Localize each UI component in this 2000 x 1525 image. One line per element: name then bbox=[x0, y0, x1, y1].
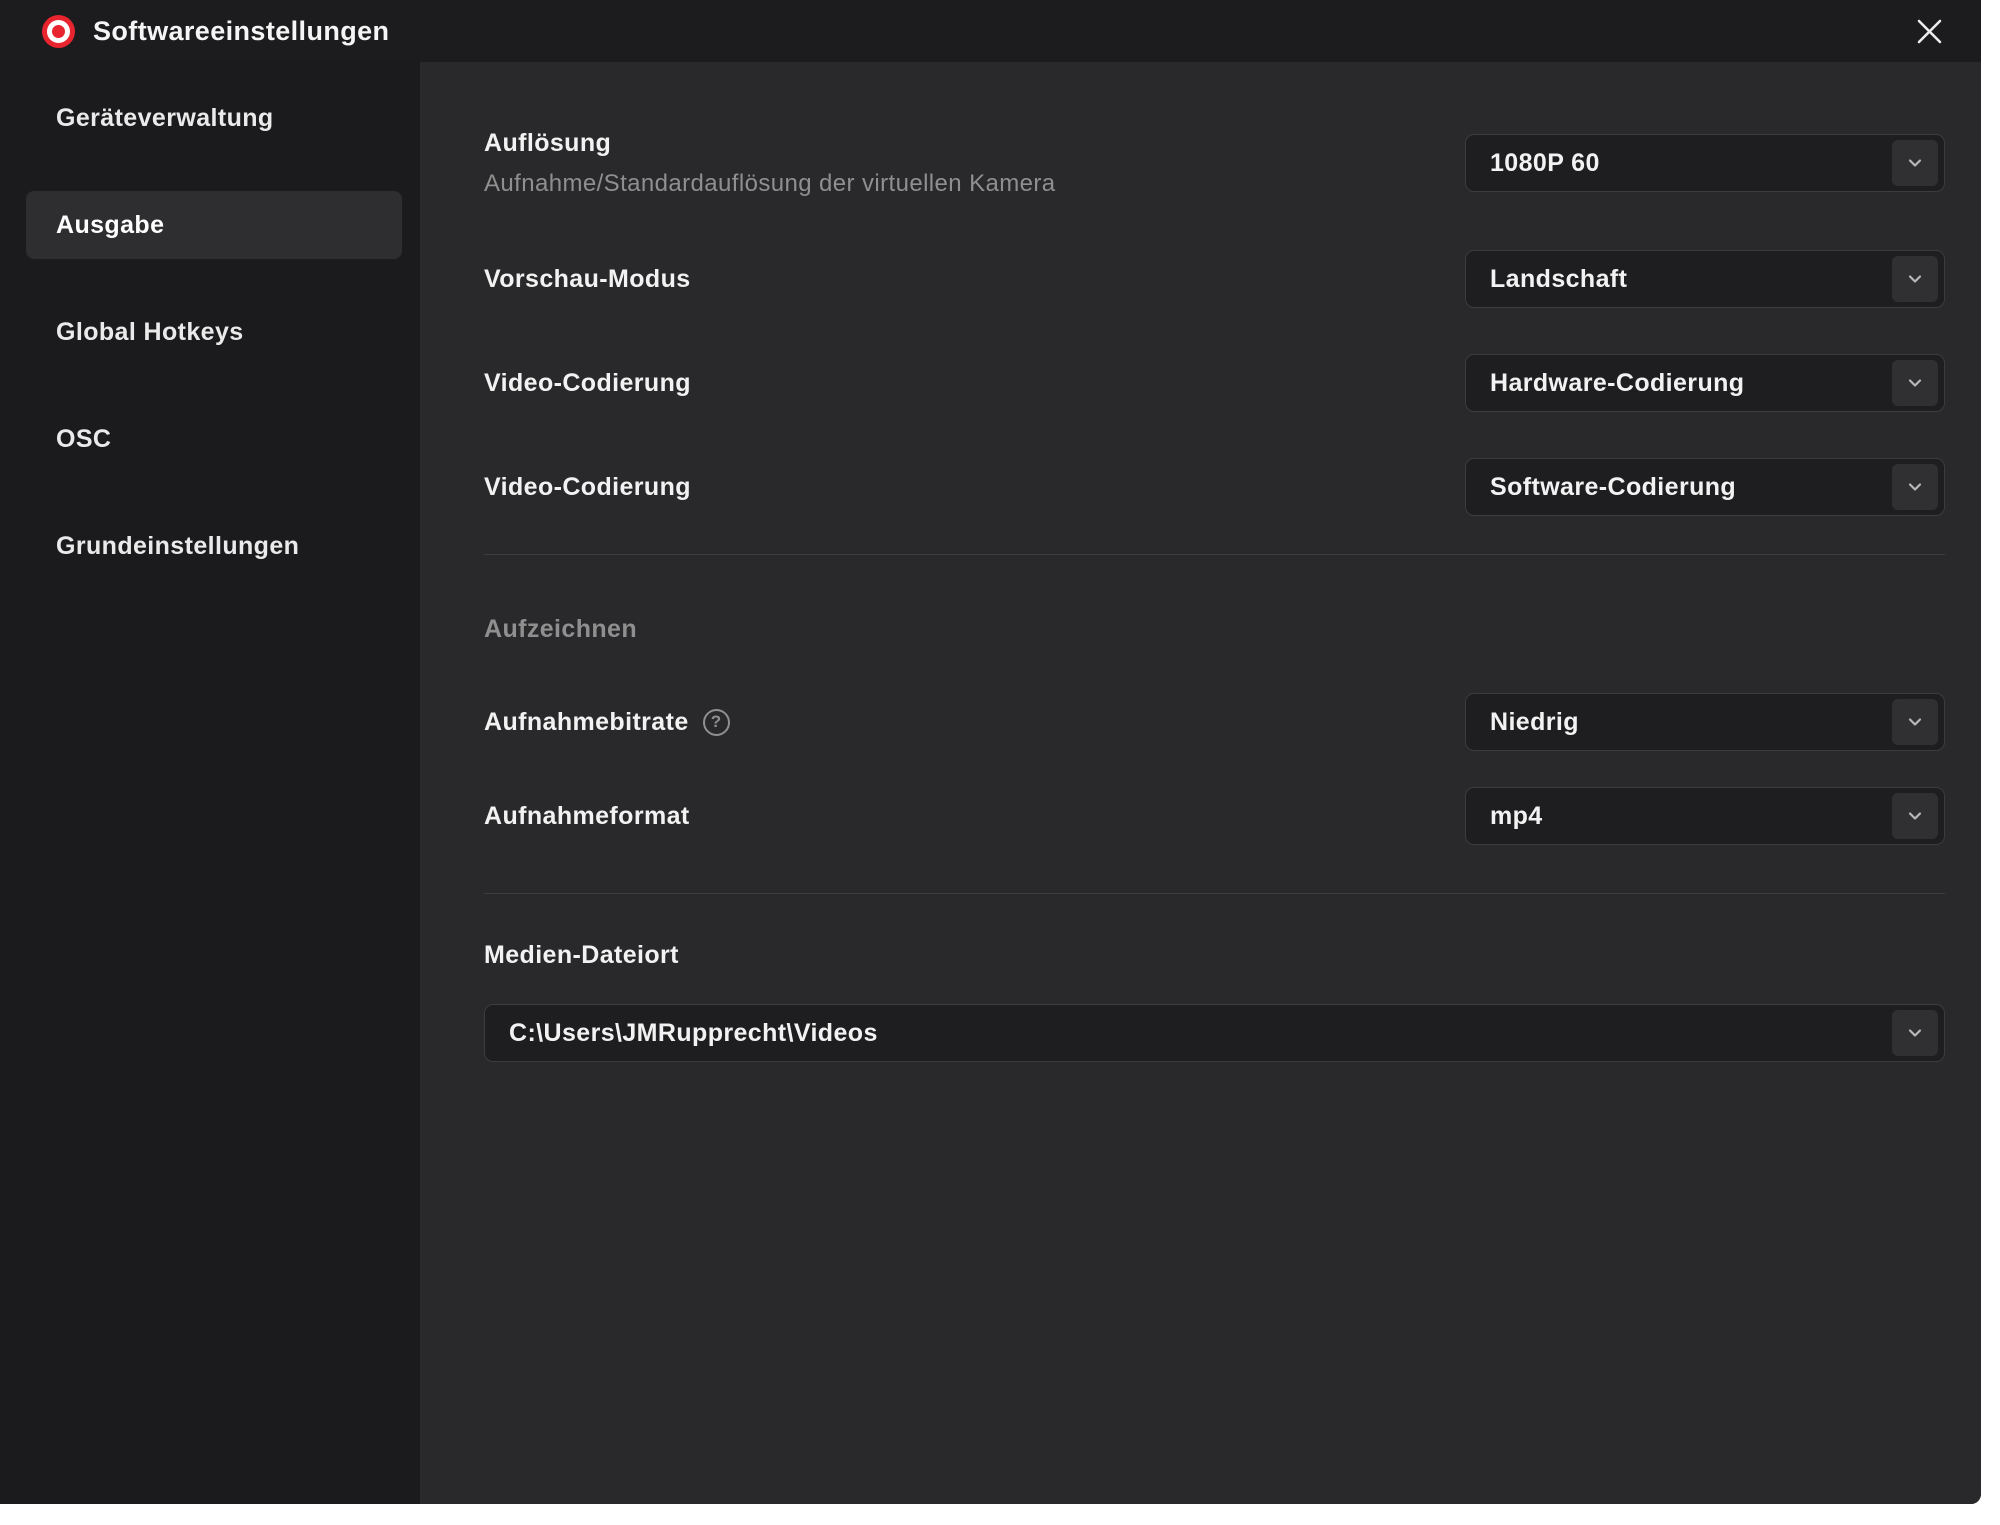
sidebar-item-label: Ausgabe bbox=[56, 211, 164, 240]
select-value: 1080P 60 bbox=[1490, 149, 1600, 178]
help-icon[interactable]: ? bbox=[703, 709, 730, 736]
chevron-down-icon bbox=[1892, 699, 1938, 745]
field-sublabel: Aufnahme/Standardauflösung der virtuelle… bbox=[484, 168, 1056, 200]
sidebar-item-osc[interactable]: OSC bbox=[26, 405, 402, 473]
window-title: Softwareeinstellungen bbox=[93, 16, 389, 47]
page: Softwareeinstellungen Geräteverwaltung A… bbox=[0, 0, 2000, 1525]
sidebar-item-label: Global Hotkeys bbox=[56, 318, 244, 347]
field-label: Video-Codierung bbox=[484, 366, 691, 400]
chevron-down-icon bbox=[1892, 1010, 1938, 1056]
titlebar: Softwareeinstellungen bbox=[0, 0, 1981, 62]
select-value: Hardware-Codierung bbox=[1490, 369, 1744, 398]
select-value: Niedrig bbox=[1490, 708, 1579, 737]
resolution-select[interactable]: 1080P 60 bbox=[1465, 134, 1945, 192]
sidebar-item-ausgabe[interactable]: Ausgabe bbox=[26, 191, 402, 259]
field-label-text: Aufnahmebitrate bbox=[484, 705, 689, 739]
close-button[interactable] bbox=[1907, 9, 1951, 53]
chevron-down-icon bbox=[1892, 140, 1938, 186]
field-row-video-encoding-sw: Video-Codierung Software-Codierung bbox=[484, 458, 1945, 516]
field-row-resolution: Auflösung Aufnahme/Standardauflösung der… bbox=[484, 126, 1945, 200]
field-label: Vorschau-Modus bbox=[484, 262, 691, 296]
bitrate-select[interactable]: Niedrig bbox=[1465, 693, 1945, 751]
video-encoding-sw-select[interactable]: Software-Codierung bbox=[1465, 458, 1945, 516]
chevron-down-icon bbox=[1892, 464, 1938, 510]
sidebar-item-geraeteverwaltung[interactable]: Geräteverwaltung bbox=[26, 84, 402, 152]
sidebar-item-global-hotkeys[interactable]: Global Hotkeys bbox=[26, 298, 402, 366]
field-row-bitrate: Aufnahmebitrate ? Niedrig bbox=[484, 693, 1945, 751]
select-value: Landschaft bbox=[1490, 265, 1627, 294]
sidebar-item-grundeinstellungen[interactable]: Grundeinstellungen bbox=[26, 512, 402, 580]
window-body: Geräteverwaltung Ausgabe Global Hotkeys … bbox=[0, 62, 1981, 1504]
divider bbox=[484, 554, 1945, 555]
close-icon bbox=[1916, 18, 1943, 45]
field-row-video-encoding-hw: Video-Codierung Hardware-Codierung bbox=[484, 354, 1945, 412]
sidebar-item-label: Grundeinstellungen bbox=[56, 532, 299, 561]
field-labels: Auflösung Aufnahme/Standardauflösung der… bbox=[484, 126, 1056, 200]
field-label: Video-Codierung bbox=[484, 470, 691, 504]
chevron-down-icon bbox=[1892, 256, 1938, 302]
main-content: Auflösung Aufnahme/Standardauflösung der… bbox=[420, 62, 1981, 1504]
video-encoding-hw-select[interactable]: Hardware-Codierung bbox=[1465, 354, 1945, 412]
preview-mode-select[interactable]: Landschaft bbox=[1465, 250, 1945, 308]
chevron-down-icon bbox=[1892, 793, 1938, 839]
field-row-format: Aufnahmeformat mp4 bbox=[484, 787, 1945, 845]
app-logo-icon bbox=[42, 15, 75, 48]
format-select[interactable]: mp4 bbox=[1465, 787, 1945, 845]
field-label: Aufnahmeformat bbox=[484, 799, 690, 833]
select-value: Software-Codierung bbox=[1490, 473, 1736, 502]
sidebar-item-label: OSC bbox=[56, 425, 111, 454]
settings-window: Softwareeinstellungen Geräteverwaltung A… bbox=[0, 0, 1981, 1504]
chevron-down-icon bbox=[1892, 360, 1938, 406]
media-location-select[interactable]: C:\Users\JMRupprecht\Videos bbox=[484, 1004, 1945, 1062]
field-label: Aufnahmebitrate ? bbox=[484, 705, 730, 739]
section-header-recording: Aufzeichnen bbox=[484, 613, 1945, 645]
media-location-label: Medien-Dateiort bbox=[484, 938, 1945, 972]
field-label: Auflösung bbox=[484, 126, 1056, 160]
divider bbox=[484, 893, 1945, 894]
sidebar: Geräteverwaltung Ausgabe Global Hotkeys … bbox=[0, 62, 420, 1504]
field-row-preview-mode: Vorschau-Modus Landschaft bbox=[484, 250, 1945, 308]
select-value: C:\Users\JMRupprecht\Videos bbox=[509, 1019, 878, 1048]
sidebar-item-label: Geräteverwaltung bbox=[56, 104, 274, 133]
select-value: mp4 bbox=[1490, 802, 1543, 831]
